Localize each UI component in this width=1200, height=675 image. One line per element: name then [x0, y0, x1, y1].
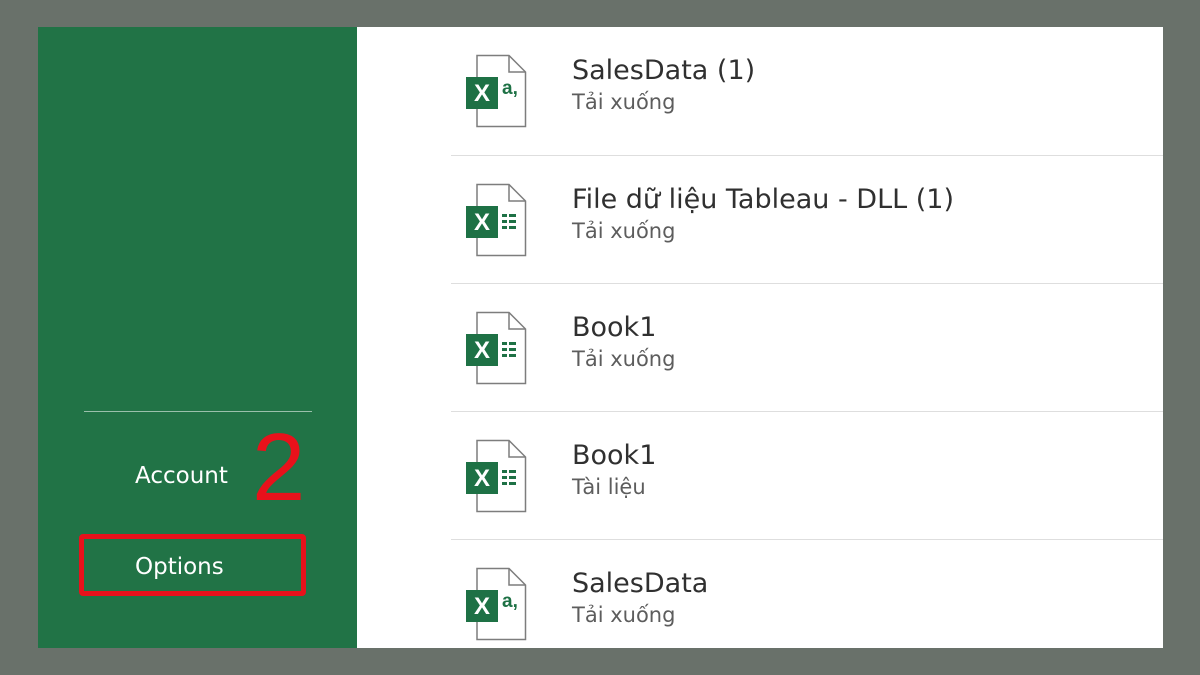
step-number-annotation: 2 — [252, 414, 306, 521]
backstage-sidebar: Account Options 2 — [38, 27, 357, 648]
excel-workbook-icon: X — [466, 311, 527, 385]
file-name: Book1 — [572, 312, 657, 343]
svg-text:X: X — [474, 209, 490, 236]
svg-text:X: X — [474, 80, 490, 107]
recent-file-text: SalesData (1) Tải xuống — [572, 54, 755, 117]
file-location: Tải xuống — [572, 603, 676, 627]
excel-backstage-window: Account Options 2 X a, SalesData (1) Tải… — [38, 27, 1163, 648]
sidebar-item-options[interactable]: Options — [83, 540, 305, 594]
recent-file-row[interactable]: X a, SalesData (1) Tải xuống — [451, 27, 1163, 156]
svg-text:X: X — [474, 465, 490, 492]
recent-file-row[interactable]: X Book1 Tài liệu — [451, 412, 1163, 540]
sidebar-divider — [84, 411, 312, 412]
excel-workbook-icon: X — [466, 439, 527, 513]
recent-file-row[interactable]: X Book1 Tải xuống — [451, 284, 1163, 412]
file-location: Tài liệu — [572, 475, 646, 499]
file-name: SalesData — [572, 568, 709, 599]
file-location: Tải xuống — [572, 347, 676, 371]
recent-files-list: X a, SalesData (1) Tải xuống X File dữ l… — [451, 27, 1163, 648]
file-location: Tải xuống — [572, 219, 676, 243]
recent-file-text: Book1 Tải xuống — [572, 311, 675, 374]
recent-file-row[interactable]: X a, SalesData Tải xuống — [451, 540, 1163, 648]
excel-workbook-icon: X — [466, 183, 527, 257]
recent-file-text: SalesData Tải xuống — [572, 567, 708, 630]
svg-text:a,: a, — [502, 78, 518, 99]
file-name: SalesData (1) — [572, 55, 756, 86]
excel-csv-icon: X a, — [466, 54, 527, 128]
excel-csv-icon: X a, — [466, 567, 527, 641]
file-name: File dữ liệu Tableau - DLL (1) — [572, 184, 954, 215]
svg-text:X: X — [474, 593, 490, 620]
recent-file-text: File dữ liệu Tableau - DLL (1) Tải xuống — [572, 183, 954, 246]
file-name: Book1 — [572, 440, 657, 471]
svg-text:X: X — [474, 337, 490, 364]
recent-file-text: Book1 Tài liệu — [572, 439, 656, 502]
svg-text:a,: a, — [502, 591, 518, 612]
file-location: Tải xuống — [572, 90, 676, 114]
recent-file-row[interactable]: X File dữ liệu Tableau - DLL (1) Tải xuố… — [451, 156, 1163, 284]
